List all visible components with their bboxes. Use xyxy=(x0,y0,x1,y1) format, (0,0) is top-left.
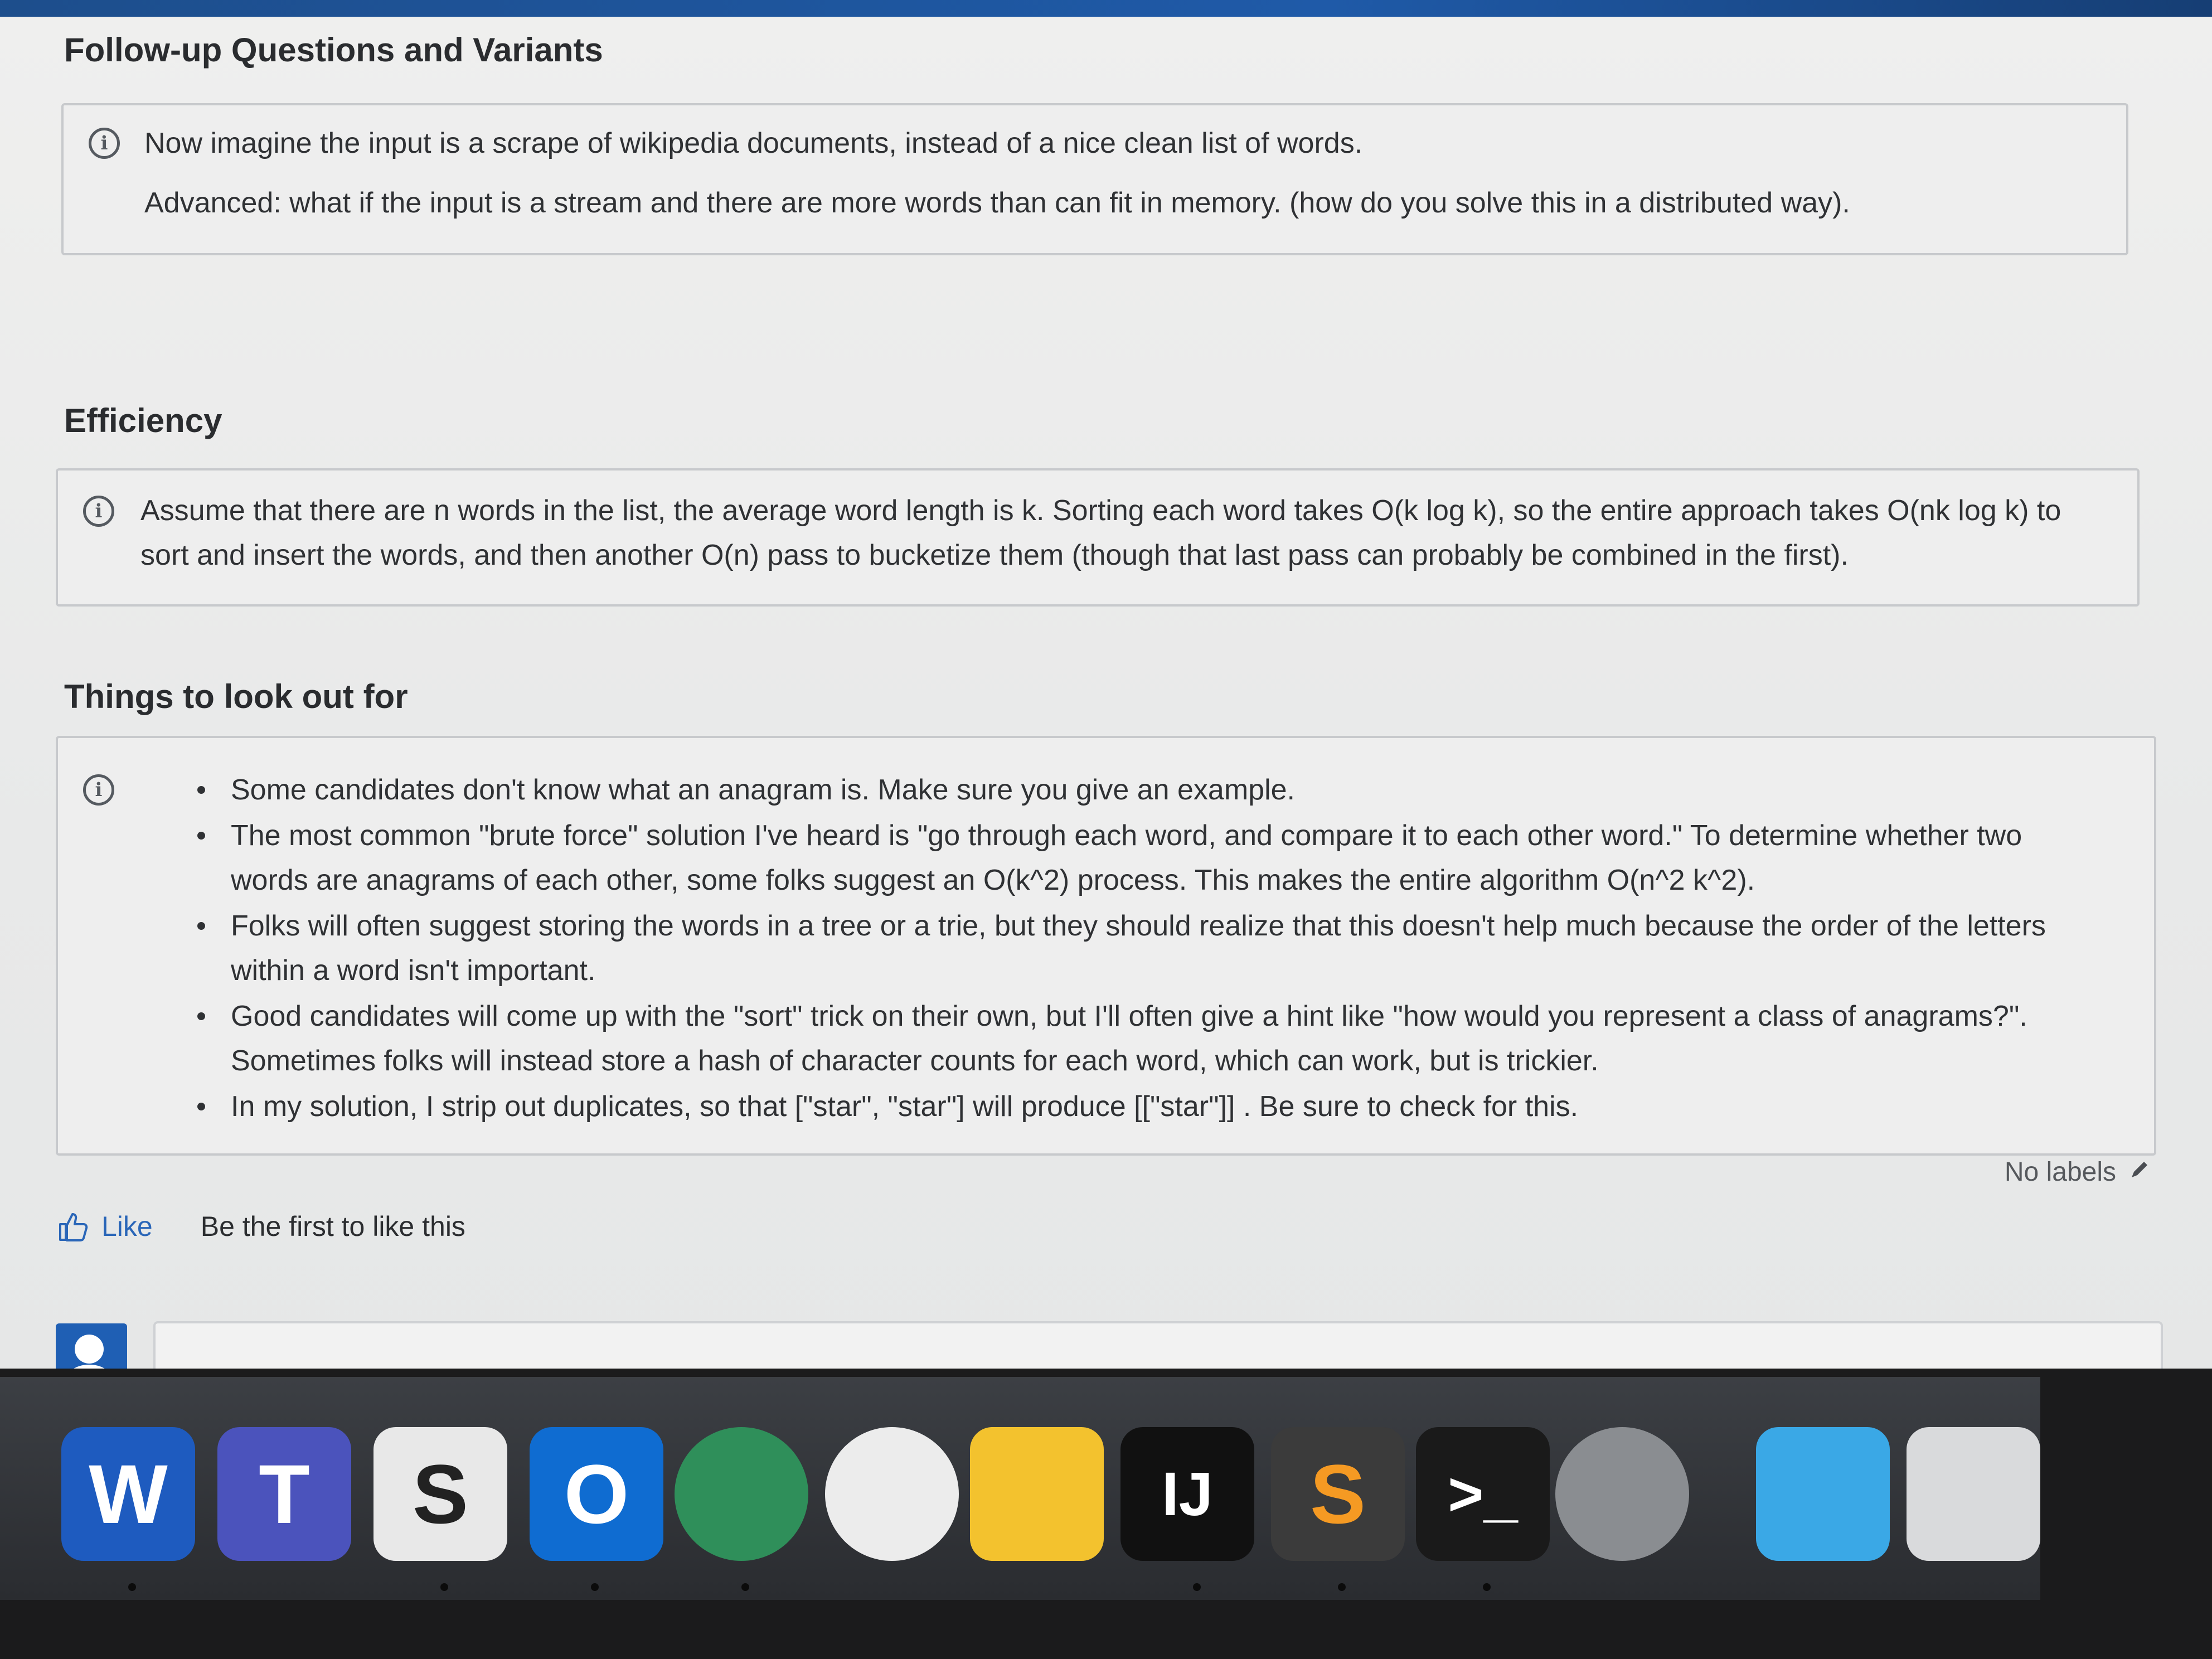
lookout-bullet-1: Some candidates don't know what an anagr… xyxy=(231,774,1295,806)
settings-app-icon[interactable] xyxy=(1555,1427,1689,1561)
lookout-bullet-3-line-2: within a word isn't important. xyxy=(231,954,596,987)
followup-line-2: Advanced: what if the input is a stream … xyxy=(144,187,1850,219)
lookout-bullet-3-line-1: Folks will often suggest storing the wor… xyxy=(231,910,2046,942)
launcher-app-icon[interactable] xyxy=(970,1427,1104,1561)
dock-running-indicator xyxy=(1338,1583,1346,1591)
trash-icon[interactable] xyxy=(1907,1427,2040,1561)
dock-running-indicator xyxy=(591,1583,599,1591)
like-button[interactable]: Like xyxy=(101,1210,153,1243)
word-app-icon[interactable]: W xyxy=(61,1427,195,1561)
bullet-dot xyxy=(197,1012,205,1020)
edit-labels-pencil-icon[interactable] xyxy=(2128,1157,2151,1187)
bullet-dot xyxy=(197,832,205,840)
like-status-text: Be the first to like this xyxy=(200,1211,465,1242)
lookout-bullet-2-line-2: words are anagrams of each other, some f… xyxy=(231,864,1755,896)
lookout-bullet-4-line-1: Good candidates will come up with the "s… xyxy=(231,1000,2027,1032)
followup-line-1: Now imagine the input is a scrape of wik… xyxy=(144,127,1363,159)
lookout-bullet-5: In my solution, I strip out duplicates, … xyxy=(231,1090,1579,1123)
sublime-app-icon[interactable]: S xyxy=(1271,1427,1405,1561)
section-heading-followup: Follow-up Questions and Variants xyxy=(64,31,603,69)
dock-running-indicator xyxy=(741,1583,749,1591)
bullet-dot xyxy=(197,786,205,794)
downloads-folder-icon[interactable] xyxy=(1756,1427,1890,1561)
teams-app-icon[interactable]: T xyxy=(217,1427,351,1561)
terminal-app-icon[interactable]: >_ xyxy=(1416,1427,1550,1561)
vpn-app-icon[interactable] xyxy=(675,1427,808,1561)
info-icon: i xyxy=(83,774,114,806)
lookout-bullet-2-line-1: The most common "brute force" solution I… xyxy=(231,819,2022,852)
lookout-bullet-4-line-2: Sometimes folks will instead store a has… xyxy=(231,1045,1599,1077)
efficiency-line-1: Assume that there are n words in the lis… xyxy=(140,494,2061,527)
info-icon: i xyxy=(89,128,120,159)
no-labels-text: No labels xyxy=(2004,1157,2116,1187)
browser-top-bar xyxy=(0,0,2212,17)
dock-running-indicator xyxy=(1193,1583,1201,1591)
intellij-app-icon[interactable]: IJ xyxy=(1120,1427,1254,1561)
info-icon: i xyxy=(83,496,114,527)
dock-running-indicator xyxy=(128,1583,136,1591)
like-row: Like Be the first to like this xyxy=(56,1201,465,1251)
bullet-dot xyxy=(197,922,205,930)
outlook-app-icon[interactable]: O xyxy=(530,1427,663,1561)
wifi-app-icon[interactable] xyxy=(825,1427,959,1561)
dock-running-indicator xyxy=(1483,1583,1491,1591)
efficiency-line-2: sort and insert the words, and then anot… xyxy=(140,539,1849,571)
thumbs-up-icon[interactable] xyxy=(56,1210,89,1243)
section-heading-lookout: Things to look out for xyxy=(64,678,408,715)
info-panel-followup: i Now imagine the input is a scrape of w… xyxy=(61,103,2128,255)
bullet-dot xyxy=(197,1103,205,1110)
info-panel-lookout: i Some candidates don't know what an ana… xyxy=(56,736,2156,1156)
dock-running-indicator xyxy=(440,1583,448,1591)
slack-app-icon[interactable]: S xyxy=(373,1427,507,1561)
info-panel-efficiency: i Assume that there are n words in the l… xyxy=(56,468,2140,607)
labels-area: No labels xyxy=(2005,1157,2151,1187)
section-heading-efficiency: Efficiency xyxy=(64,402,222,439)
